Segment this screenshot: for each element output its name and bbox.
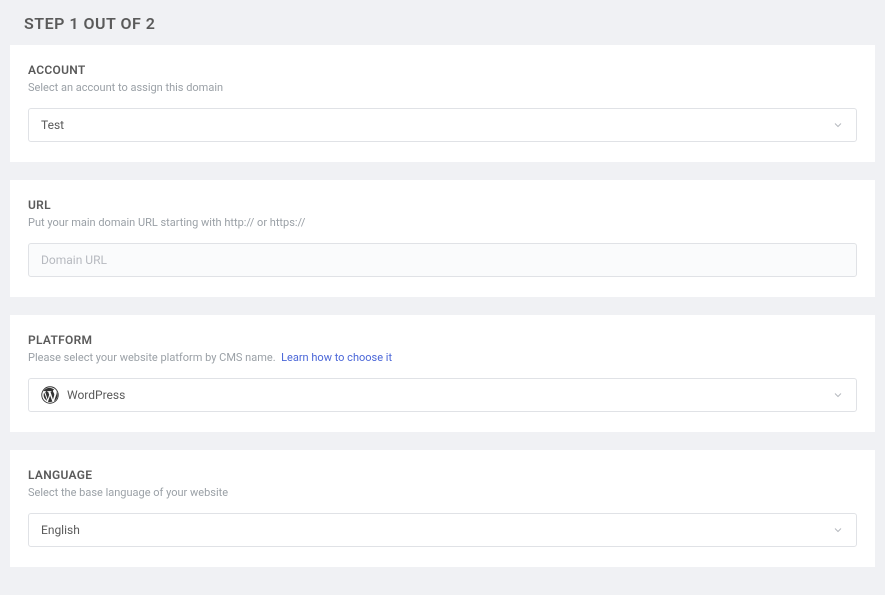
account-select-value: Test — [41, 118, 832, 132]
url-help: Put your main domain URL starting with h… — [28, 216, 857, 229]
url-card: URL Put your main domain URL starting wi… — [10, 180, 875, 297]
chevron-down-icon — [832, 524, 844, 536]
platform-label: PLATFORM — [28, 333, 857, 347]
url-label: URL — [28, 198, 857, 212]
language-label: LANGUAGE — [28, 468, 857, 482]
platform-help-link[interactable]: Learn how to choose it — [281, 351, 392, 364]
platform-help: Please select your website platform by C… — [28, 351, 857, 364]
platform-card: PLATFORM Please select your website plat… — [10, 315, 875, 432]
wordpress-icon — [41, 386, 59, 404]
account-card: ACCOUNT Select an account to assign this… — [10, 45, 875, 162]
language-help: Select the base language of your website — [28, 486, 857, 499]
platform-select-value: WordPress — [67, 388, 832, 402]
language-card: LANGUAGE Select the base language of you… — [10, 450, 875, 567]
chevron-down-icon — [832, 119, 844, 131]
platform-select[interactable]: WordPress — [28, 378, 857, 412]
url-input[interactable]: Domain URL — [28, 243, 857, 277]
language-select-value: English — [41, 523, 832, 537]
page-title: STEP 1 OUT OF 2 — [24, 14, 875, 33]
account-label: ACCOUNT — [28, 63, 857, 77]
language-select[interactable]: English — [28, 513, 857, 547]
chevron-down-icon — [832, 389, 844, 401]
account-help: Select an account to assign this domain — [28, 81, 857, 94]
platform-help-text: Please select your website platform by C… — [28, 351, 276, 364]
account-select[interactable]: Test — [28, 108, 857, 142]
url-placeholder: Domain URL — [41, 253, 107, 267]
